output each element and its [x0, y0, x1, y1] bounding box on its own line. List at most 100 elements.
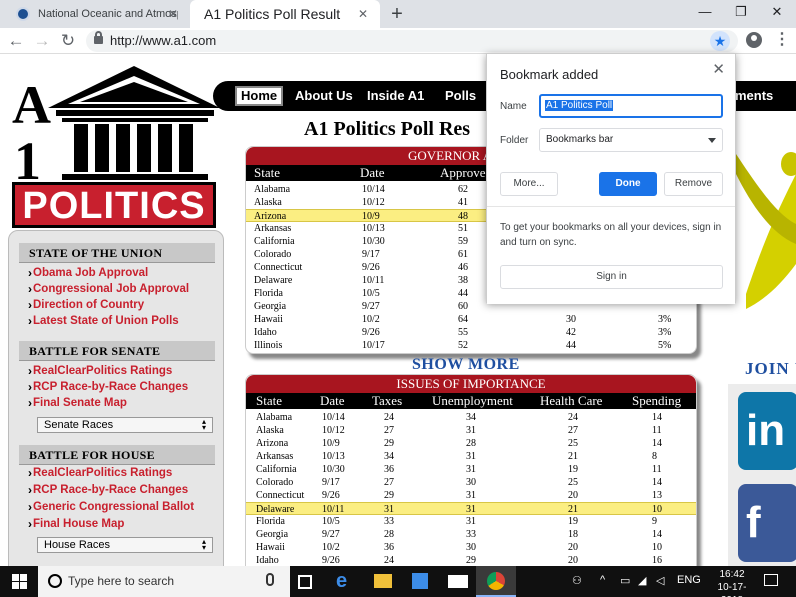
- volume-icon[interactable]: ◁: [656, 574, 664, 587]
- task-view-icon[interactable]: [298, 575, 312, 589]
- chrome-menu-icon[interactable]: ⋮: [774, 30, 790, 50]
- store-icon[interactable]: [412, 573, 428, 589]
- folder-select[interactable]: Bookmarks bar: [539, 128, 723, 152]
- table-cell: 33: [384, 516, 394, 527]
- facebook-icon[interactable]: f: [738, 484, 796, 562]
- file-explorer-icon[interactable]: [374, 574, 392, 588]
- sidebar-link[interactable]: RCP Race-by-Race Changes: [28, 380, 188, 394]
- back-button[interactable]: ←: [6, 31, 26, 51]
- table-cell: Hawaii: [256, 542, 285, 553]
- table-row: Alaska 10/12 27 31 27 11: [246, 424, 696, 437]
- table-cell: 14: [652, 477, 662, 488]
- table-cell: 42: [566, 327, 576, 338]
- table-cell: Alaska: [256, 425, 284, 436]
- nav-polls[interactable]: Polls: [441, 86, 480, 106]
- bookmark-star-icon[interactable]: ★: [710, 31, 730, 51]
- done-button[interactable]: Done: [599, 172, 657, 196]
- sidebar-link[interactable]: Latest State of Union Polls: [28, 314, 179, 328]
- table-cell: Arkansas: [254, 223, 292, 234]
- microphone-icon[interactable]: [266, 573, 274, 586]
- close-tab-icon[interactable]: ✕: [356, 7, 370, 21]
- table-row: Arizona 10/9 29 28 25 14: [246, 437, 696, 450]
- table-row: Illinois 10/17 52 44 5%: [246, 339, 696, 352]
- table-cell: 27: [568, 425, 578, 436]
- column-header: Taxes: [372, 393, 403, 408]
- senate-races-select[interactable]: Senate Races ▴ ▾: [37, 417, 213, 433]
- table-cell: 3%: [658, 314, 672, 325]
- table-cell: 55: [458, 327, 468, 338]
- nav-comments[interactable]: ments: [731, 86, 777, 106]
- people-icon[interactable]: ⚇: [572, 574, 582, 587]
- battery-icon[interactable]: ▭: [620, 574, 630, 587]
- restore-button[interactable]: ❐: [726, 4, 756, 20]
- sidebar-link[interactable]: Final House Map: [28, 517, 124, 531]
- linkedin-icon[interactable]: in: [738, 392, 796, 470]
- tab-title: A1 Politics Poll Result: [204, 6, 341, 22]
- clock[interactable]: 16:42 10-17-2018: [708, 568, 756, 597]
- close-tab-icon[interactable]: ✕: [166, 7, 180, 21]
- house-races-select[interactable]: House Races ▴ ▾: [37, 537, 213, 553]
- window-close-button[interactable]: ✕: [762, 4, 792, 20]
- folder-label: Folder: [500, 135, 529, 146]
- edge-browser-icon[interactable]: e: [336, 571, 356, 591]
- table-cell: 29: [384, 438, 394, 449]
- windows-start-icon[interactable]: [12, 574, 27, 589]
- address-bar[interactable]: http://www.a1.com ★: [86, 30, 738, 52]
- chevron-up-icon[interactable]: ^: [600, 574, 605, 586]
- bookmark-name-input[interactable]: A1 Politics Poll: [539, 94, 723, 118]
- table-cell: 10/5: [322, 516, 340, 527]
- nav-inside-a1[interactable]: Inside A1: [363, 86, 428, 106]
- table-cell: 10/9: [322, 438, 340, 449]
- account-icon[interactable]: [746, 32, 762, 48]
- cortana-circle-icon: [48, 574, 62, 588]
- table-cell: 11: [652, 464, 662, 475]
- column-header: State: [254, 165, 280, 180]
- sidebar-link[interactable]: RCP Race-by-Race Changes: [28, 483, 188, 497]
- time: 16:42: [719, 569, 745, 580]
- sidebar-link[interactable]: Congressional Job Approval: [28, 282, 189, 296]
- forward-button[interactable]: →: [32, 31, 52, 51]
- tab-a1-politics[interactable]: A1 Politics Poll Result ✕: [190, 0, 380, 28]
- sidebar-link[interactable]: RealClearPolitics Ratings: [28, 466, 172, 480]
- language-indicator[interactable]: ENG: [677, 574, 701, 586]
- table-cell: 20: [568, 555, 578, 566]
- table-row: Hawaii 10/2 36 30 20 10: [246, 541, 696, 554]
- a1-politics-logo[interactable]: A 1 POLITICS: [10, 64, 220, 228]
- table-cell: 13: [652, 490, 662, 501]
- sign-in-button[interactable]: Sign in: [500, 265, 723, 289]
- mail-icon[interactable]: [448, 575, 468, 588]
- remove-button[interactable]: Remove: [664, 172, 723, 196]
- taskbar-search-box[interactable]: Type here to search: [38, 566, 290, 597]
- table-cell: 28: [384, 529, 394, 540]
- close-icon[interactable]: ✕: [712, 60, 725, 78]
- table-cell: 20: [568, 490, 578, 501]
- sidebar-link[interactable]: Direction of Country: [28, 298, 144, 312]
- notifications-icon[interactable]: [764, 574, 778, 586]
- dialog-title: Bookmark added: [500, 67, 599, 82]
- table-cell: 36: [384, 464, 394, 475]
- table-cell: 10/12: [322, 425, 345, 436]
- show-more-link[interactable]: SHOW MORE: [412, 356, 520, 374]
- table-cell: 19: [568, 464, 578, 475]
- sidebar-link[interactable]: RealClearPolitics Ratings: [28, 364, 172, 378]
- more-button[interactable]: More...: [500, 172, 558, 196]
- network-icon[interactable]: ◢: [638, 574, 646, 587]
- table-cell: 10/12: [362, 197, 385, 208]
- nav-about-us[interactable]: About Us: [291, 86, 357, 106]
- browser-toolbar: ← → ↻ http://www.a1.com ★ ⋮: [0, 28, 796, 54]
- minimize-button[interactable]: —: [690, 4, 720, 19]
- sidebar: STATE OF THE UNION Obama Job Approval Co…: [8, 230, 224, 566]
- building-roof-icon: [48, 66, 220, 122]
- reload-button[interactable]: ↻: [58, 31, 78, 51]
- sidebar-link[interactable]: Generic Congressional Ballot: [28, 500, 194, 514]
- sidebar-link[interactable]: Obama Job Approval: [28, 266, 148, 280]
- nav-home[interactable]: Home: [235, 86, 284, 106]
- table-cell: 10/14: [322, 412, 345, 423]
- table-cell: 44: [566, 340, 576, 351]
- new-tab-button[interactable]: +: [386, 3, 408, 26]
- table-cell: 29: [466, 555, 476, 566]
- table-row: California 10/30 36 31 19 11: [246, 463, 696, 476]
- sidebar-link[interactable]: Final Senate Map: [28, 396, 127, 410]
- tab-noaa[interactable]: National Oceanic and Atmosphe ✕: [8, 0, 190, 28]
- chrome-taskbar-button[interactable]: [476, 566, 516, 597]
